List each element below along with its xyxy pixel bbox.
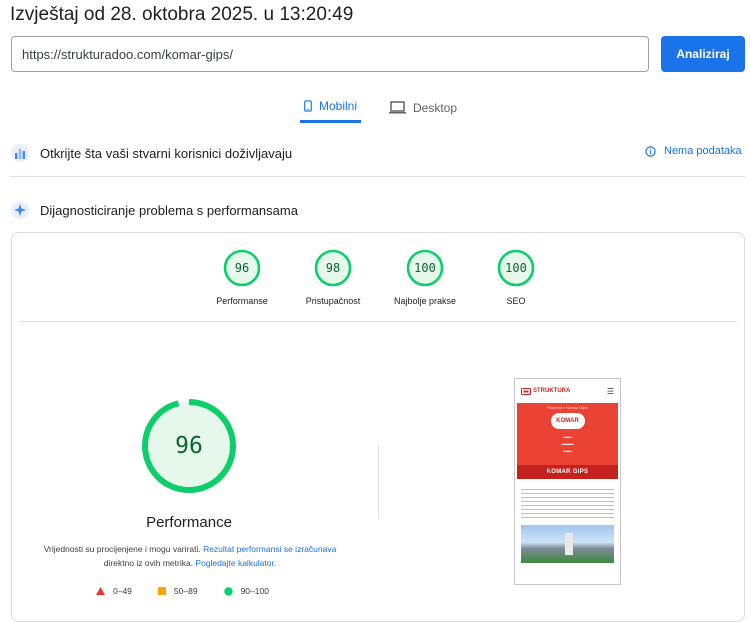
lab-results-card: 96 Performanse 98 Pristupačnost 100 Najb… (11, 232, 745, 622)
field-data-heading: Otkrijte šta vaši stvarni korisnici doži… (40, 145, 293, 161)
users-chart-icon (11, 144, 29, 162)
preview-breadcrumb: Početna » Komar Gips (547, 405, 588, 410)
score-performance[interactable]: 96 Performanse (202, 249, 282, 306)
preview-brand: STRUKTURA (521, 387, 571, 395)
note-text: direktno iz ovih metrika. (103, 558, 196, 568)
brand-logo-icon (521, 387, 531, 395)
legend-range: 50–89 (173, 586, 198, 596)
score-label: Najbolje prakse (393, 296, 457, 306)
legend-range: 90–100 (240, 586, 269, 596)
tab-mobile[interactable]: Mobilni (300, 92, 361, 123)
category-scores: 96 Performanse 98 Pristupačnost 100 Najb… (12, 249, 744, 319)
score-legend: 0–49 50–89 90–100 (96, 586, 295, 596)
performance-gauge: 96 (140, 397, 238, 495)
section-divider (10, 176, 745, 177)
preview-links: ▬▬ ▬▬▬ ▬▬ (561, 434, 574, 453)
menu-icon: ☰ (606, 386, 614, 396)
diagnostics-section: Dijagnosticiranje problema s performansa… (10, 200, 298, 220)
score-accessibility[interactable]: 98 Pristupačnost (293, 249, 373, 306)
score-seo[interactable]: 100 SEO (476, 249, 556, 306)
legend-range: 0–49 (113, 586, 132, 596)
preview-banner: KOMAR GIPS (517, 465, 618, 479)
calculator-link[interactable]: Pogledajte kalkulator. (195, 558, 276, 568)
legend-item-fail: 0–49 (96, 586, 132, 596)
smartphone-icon (304, 100, 312, 112)
legend-item-average: 50–89 (157, 586, 198, 596)
triangle-icon (96, 587, 105, 595)
circle-icon (223, 586, 233, 596)
performance-title: Performance (146, 514, 232, 531)
info-icon (645, 145, 656, 157)
no-data-label: Nema podataka (664, 145, 742, 157)
square-icon (157, 587, 166, 595)
preview-logo: KOMAR (550, 413, 585, 429)
preview-brand-text: STRUKTURA (533, 388, 571, 394)
score-gauge: 100 (406, 249, 444, 287)
url-input[interactable]: https://strukturadoo.com/komar-gips/ (11, 36, 649, 72)
preview-header: STRUKTURA ☰ (515, 379, 620, 403)
preview-text-block (521, 489, 614, 521)
card-divider (19, 321, 737, 322)
no-data-status[interactable]: Nema podataka (645, 145, 742, 157)
performance-score: 96 (175, 433, 203, 459)
score-gauge: 96 (223, 249, 261, 287)
score-best-practices[interactable]: 100 Najbolje prakse (385, 249, 465, 306)
score-gauge: 100 (497, 249, 535, 287)
score-value: 96 (234, 261, 250, 275)
score-value: 98 (325, 261, 341, 275)
lab-flask-icon (11, 201, 29, 219)
analyze-button[interactable]: Analiziraj (661, 36, 745, 72)
score-label: SEO (506, 296, 526, 306)
preview-building-image (521, 525, 614, 563)
device-tabs: Mobilni Desktop (300, 92, 461, 124)
score-gauge: 98 (314, 249, 352, 287)
url-input-value[interactable]: https://strukturadoo.com/komar-gips/ (22, 47, 233, 62)
tab-desktop-label: Desktop (413, 100, 458, 115)
legend-item-pass: 90–100 (223, 586, 269, 596)
field-data-section: Otkrijte šta vaši stvarni korisnici doži… (10, 143, 292, 163)
score-value: 100 (505, 261, 527, 275)
score-label: Pristupačnost (305, 296, 361, 306)
preview-hero: Početna » Komar Gips KOMAR ▬▬ ▬▬▬ ▬▬ KOMAR… (517, 403, 618, 479)
vertical-divider (378, 445, 379, 519)
score-calculation-link[interactable]: Rezultat performansi se izračunava (203, 544, 336, 554)
report-title: Izvještaj od 28. oktobra 2025. u 13:20:4… (10, 4, 354, 25)
score-label: Performanse (216, 296, 268, 306)
laptop-icon (389, 101, 406, 114)
performance-note: Vrijednosti su procijenjene i mogu varir… (42, 542, 338, 570)
note-text: Vrijednosti su procijenjene i mogu varir… (43, 544, 204, 554)
diagnostics-heading: Dijagnosticiranje problema s performansa… (40, 202, 298, 218)
tab-mobile-label: Mobilni (318, 99, 357, 113)
score-value: 100 (414, 261, 436, 275)
page-screenshot-preview[interactable]: STRUKTURA ☰ Početna » Komar Gips KOMAR ▬… (514, 378, 621, 585)
tab-desktop[interactable]: Desktop (385, 92, 461, 123)
